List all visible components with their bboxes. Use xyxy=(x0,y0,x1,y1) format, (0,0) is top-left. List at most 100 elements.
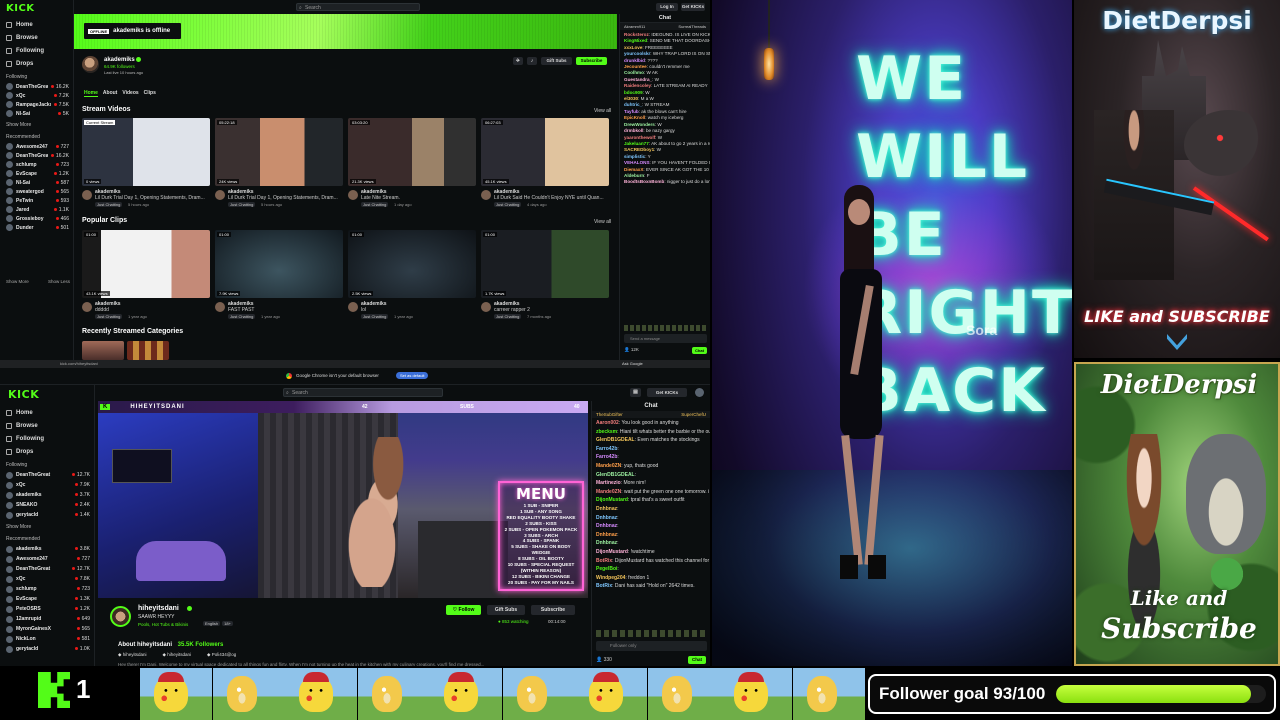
chat-username[interactable]: Guestandra_ xyxy=(624,77,652,82)
category-tag[interactable]: Just Chatting xyxy=(228,202,256,207)
chat-username[interactable]: bdoc909 xyxy=(624,90,643,95)
chat-username[interactable]: yourcoolskr xyxy=(624,51,650,56)
login-button[interactable]: Log In xyxy=(656,3,678,11)
social-instagram[interactable]: ◆ hiheyitsdani xyxy=(118,652,146,658)
chat-username[interactable]: BotRix xyxy=(596,583,612,589)
chat-username[interactable]: Mande0ZN xyxy=(596,463,621,469)
chat-username[interactable]: drmbkoll xyxy=(624,128,643,133)
sidebar-channel[interactable]: Awesome247 727 xyxy=(0,554,94,564)
chat-username[interactable]: GlenDB1GDEAL xyxy=(596,472,635,478)
bell-icon[interactable]: ♪ xyxy=(527,57,537,65)
nav-following[interactable]: Following xyxy=(0,44,73,57)
sidebar-channel[interactable]: gerytacld 1.4K xyxy=(0,510,94,520)
video-title[interactable]: carreer rapper 2 xyxy=(494,307,608,313)
nav-following[interactable]: Following xyxy=(0,432,94,445)
chat-send-button[interactable]: Chat xyxy=(688,656,706,664)
clip-card[interactable]: 01:00 43.1K views xyxy=(82,230,210,298)
chat-username[interactable]: Rocksteroz xyxy=(624,32,649,37)
sidebar-channel[interactable]: PeTwin 593 xyxy=(0,196,73,205)
chat-username[interactable]: DijonMustard xyxy=(596,549,628,555)
chat-username[interactable]: Mande0ZN xyxy=(596,489,621,495)
chat-input[interactable]: Send a message xyxy=(624,334,707,343)
streamer-avatar[interactable] xyxy=(110,606,131,627)
ask-google-button[interactable]: Ask Google xyxy=(622,360,643,368)
nav-drops[interactable]: Drops xyxy=(0,445,94,458)
chat-username[interactable]: SACREDboy1 xyxy=(624,147,654,152)
sidebar-channel[interactable]: DeanTheGreat 12.7K xyxy=(0,564,94,574)
category-tag[interactable]: Just Chatting xyxy=(95,314,123,319)
chat-pinned-user[interactable]: TheSubGifter xyxy=(596,412,623,417)
channel-avatar[interactable] xyxy=(82,56,99,73)
video-title[interactable]: ddddd xyxy=(95,307,209,313)
chat-username[interactable]: Farro42b xyxy=(596,446,617,452)
chat-username[interactable]: Dnhbnaz xyxy=(596,506,617,512)
sidebar-channel[interactable]: akademiks 3.7K xyxy=(0,490,94,500)
social-tiktok[interactable]: ◆ Poli434@og xyxy=(207,652,236,658)
sidebar-channel[interactable]: DeanTheGreat 16.2K xyxy=(0,82,73,91)
nav-browse[interactable]: Browse xyxy=(0,31,73,44)
chat-username[interactable]: BotRix xyxy=(596,558,612,564)
video-player[interactable]: K HIHEYITSDANI 42 SUBS 40 MENU 1 SUB - S… xyxy=(98,401,588,598)
chat-username[interactable]: GlenDB1GDEAL xyxy=(596,437,635,443)
show-more-link[interactable]: Show More xyxy=(6,279,29,284)
subscribe-button[interactable]: Subscribe xyxy=(576,57,607,65)
video-title[interactable]: Lil Durk Trial Day 1, Opening Statements… xyxy=(95,195,209,201)
chat-username[interactable]: Aldeburn xyxy=(624,173,644,178)
chat-username[interactable]: DiemaxX xyxy=(624,167,643,172)
chat-username[interactable]: Tayfub xyxy=(624,109,639,114)
gift-subs-button[interactable]: Gift Subs xyxy=(487,605,525,615)
nav-home[interactable]: Home xyxy=(0,18,73,31)
chat-username[interactable]: Dnhbnaz xyxy=(596,532,617,538)
category-tag[interactable]: Just Chatting xyxy=(361,314,389,319)
chat-input[interactable]: Follower only xyxy=(596,641,707,651)
chat-username[interactable]: el3030 xyxy=(624,96,638,101)
tab-videos[interactable]: Videos xyxy=(122,90,138,97)
sidebar-channel[interactable]: EvScape 1.3K xyxy=(0,594,94,604)
sidebar-channel[interactable]: schlump 723 xyxy=(0,584,94,594)
clip-card[interactable]: 01:00 7.9K views xyxy=(215,230,343,298)
view-all-clips[interactable]: View all xyxy=(594,219,611,225)
tab-home[interactable]: Home xyxy=(84,90,98,97)
sidebar-channel[interactable]: DeanTheGreat 12.7K xyxy=(0,470,94,480)
chat-send-button[interactable]: Chat xyxy=(692,347,707,354)
set-default-button[interactable]: Set as default xyxy=(396,372,429,379)
browser-url[interactable]: kick.com/hiheyitsdani xyxy=(60,361,98,366)
sidebar-channel[interactable]: gerytacld 1.0K xyxy=(0,644,94,654)
chat-username[interactable]: Dnhbnaz xyxy=(596,515,617,521)
tab-about[interactable]: About xyxy=(103,90,117,97)
chat-pinned-user[interactable]: SuperChefU xyxy=(681,412,706,417)
wallet-icon[interactable]: ▤ xyxy=(630,388,641,397)
chat-username[interactable]: drunklbid xyxy=(624,58,645,63)
sidebar-channel[interactable]: sweatergod 565 xyxy=(0,187,73,196)
clip-card[interactable]: 01:00 1.7K views xyxy=(481,230,609,298)
sidebar-channel[interactable]: xQc 7.8K xyxy=(0,574,94,584)
sidebar-channel[interactable]: SNEAKO 2.4K xyxy=(0,500,94,510)
category-tag[interactable]: Just Chatting xyxy=(494,202,522,207)
language-tag[interactable]: English xyxy=(203,621,221,626)
chat-username[interactable]: KingMixed xyxy=(624,38,647,43)
chat-username[interactable]: VEHALONS xyxy=(624,160,650,165)
sidebar-channel[interactable]: xQc 7.9K xyxy=(0,480,94,490)
sidebar-channel[interactable]: Nl-Sai 5K xyxy=(0,109,73,118)
chat-username[interactable]: Raidencoley xyxy=(624,83,651,88)
search-input[interactable]: ⌕ Search xyxy=(296,3,420,11)
stream-category[interactable]: Pools, Hot Tubs & Bikinis xyxy=(138,622,188,627)
sidebar-channel[interactable]: 12amrupid 649 xyxy=(0,614,94,624)
sidebar-channel[interactable]: MyronGainesX 565 xyxy=(0,624,94,634)
show-more-link[interactable]: Show More xyxy=(0,122,73,130)
sidebar-channel[interactable]: xQc 7.2K xyxy=(0,91,73,100)
category-tag[interactable]: Just Chatting xyxy=(95,202,123,207)
chat-username[interactable]: duhtric_ xyxy=(624,102,642,107)
chat-username[interactable]: zbecksm xyxy=(596,429,617,435)
chat-pinned-user[interactable]: Akramm911 xyxy=(624,24,645,29)
chat-username[interactable]: DrewWonders xyxy=(624,122,655,127)
nav-browse[interactable]: Browse xyxy=(0,419,94,432)
sidebar-channel[interactable]: PeteOSRS 1.2K xyxy=(0,604,94,614)
category-tag[interactable]: Just Chatting xyxy=(361,202,389,207)
kick-logo[interactable]: KICK xyxy=(0,385,94,406)
sidebar-channel[interactable]: DeanTheGreat 16.2K xyxy=(0,151,73,160)
follow-button[interactable]: ♡ Follow xyxy=(446,605,481,615)
category-card[interactable] xyxy=(82,341,124,360)
chat-pinned-user[interactable]: SurrealThreads xyxy=(678,24,706,29)
age-tag[interactable]: 18+ xyxy=(222,621,233,626)
